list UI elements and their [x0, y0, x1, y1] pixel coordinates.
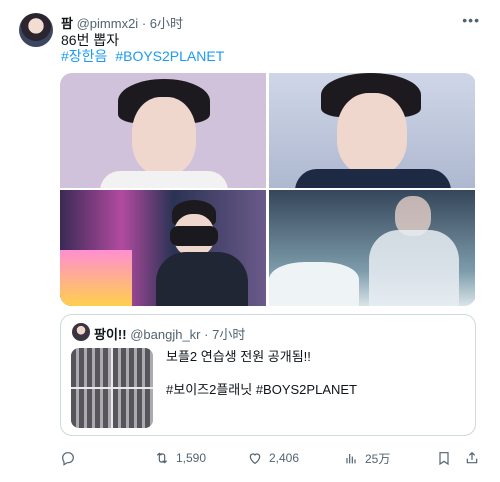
photo-background	[60, 250, 132, 306]
more-options-icon[interactable]: •••	[462, 12, 480, 28]
hashtag-link[interactable]: #장한음	[61, 48, 107, 64]
retweet-count: 1,590	[176, 451, 207, 465]
bookmark-icon	[439, 452, 449, 466]
like-button[interactable]: 2,406	[247, 448, 299, 468]
thumbnail-cell	[71, 348, 111, 387]
photo-mask	[170, 226, 218, 246]
photo-background	[269, 262, 359, 306]
share-button[interactable]	[464, 448, 480, 468]
reply-icon	[62, 452, 74, 466]
reply-button[interactable]	[60, 448, 76, 468]
quoted-hashtags: #보이즈2플래닛 #BOYS2PLANET	[166, 382, 357, 397]
media-photo[interactable]	[60, 190, 266, 306]
retweet-icon	[156, 452, 168, 464]
quoted-thumbnail	[71, 348, 153, 428]
tweet-card[interactable]: 팜 @pimmx2i · 6小时 ••• 86번 뽑자 #장한음 #BOYS2P…	[0, 0, 500, 482]
like-count: 2,406	[269, 451, 300, 465]
quoted-time: 7小时	[212, 327, 246, 342]
thumbnail-cell	[113, 389, 153, 428]
quoted-header: 팡이!! @bangjh_kr · 7小时	[94, 324, 245, 343]
avatar[interactable]	[19, 13, 53, 47]
retweet-button[interactable]: 1,590	[154, 448, 206, 468]
author-name[interactable]: 팜	[61, 16, 73, 31]
media-grid	[60, 73, 476, 306]
share-icon	[466, 451, 478, 464]
views-button[interactable]: 25万	[343, 448, 390, 468]
thumbnail-cell	[71, 389, 111, 428]
tweet-time[interactable]: 6小时	[150, 16, 183, 31]
quoted-tweet[interactable]: 팡이!! @bangjh_kr · 7小时 보플2 연습생 전원 공개됨!! #…	[60, 314, 476, 436]
view-count: 25万	[365, 451, 391, 466]
quoted-text: 보플2 연습생 전원 공개됨!!	[166, 349, 311, 364]
quoted-author-name: 팡이!!	[94, 327, 127, 342]
media-photo[interactable]	[269, 190, 475, 306]
photo-shirt	[295, 169, 451, 188]
author-handle[interactable]: @pimmx2i	[77, 16, 139, 31]
separator-dot: ·	[204, 327, 209, 342]
tweet-header: 팜 @pimmx2i · 6小时	[61, 13, 183, 32]
photo-face	[132, 97, 196, 175]
photo-shirt	[156, 252, 248, 306]
heart-icon	[249, 453, 261, 465]
hashtag-link[interactable]: #BOYS2PLANET	[115, 48, 224, 64]
media-photo[interactable]	[269, 73, 475, 188]
photo-face	[337, 93, 407, 175]
hashtags: #장한음 #BOYS2PLANET	[61, 47, 228, 65]
bookmark-button[interactable]	[436, 448, 452, 468]
media-photo[interactable]	[60, 73, 266, 188]
separator-dot: ·	[141, 16, 147, 31]
photo-shirt	[100, 171, 228, 188]
action-bar: 1,590 2,406 25万	[60, 448, 480, 468]
thumbnail-cell	[113, 348, 153, 387]
views-chart-icon	[346, 454, 356, 464]
quoted-author-handle: @bangjh_kr	[130, 327, 201, 342]
avatar[interactable]	[72, 323, 90, 341]
photo-shirt	[369, 230, 459, 306]
